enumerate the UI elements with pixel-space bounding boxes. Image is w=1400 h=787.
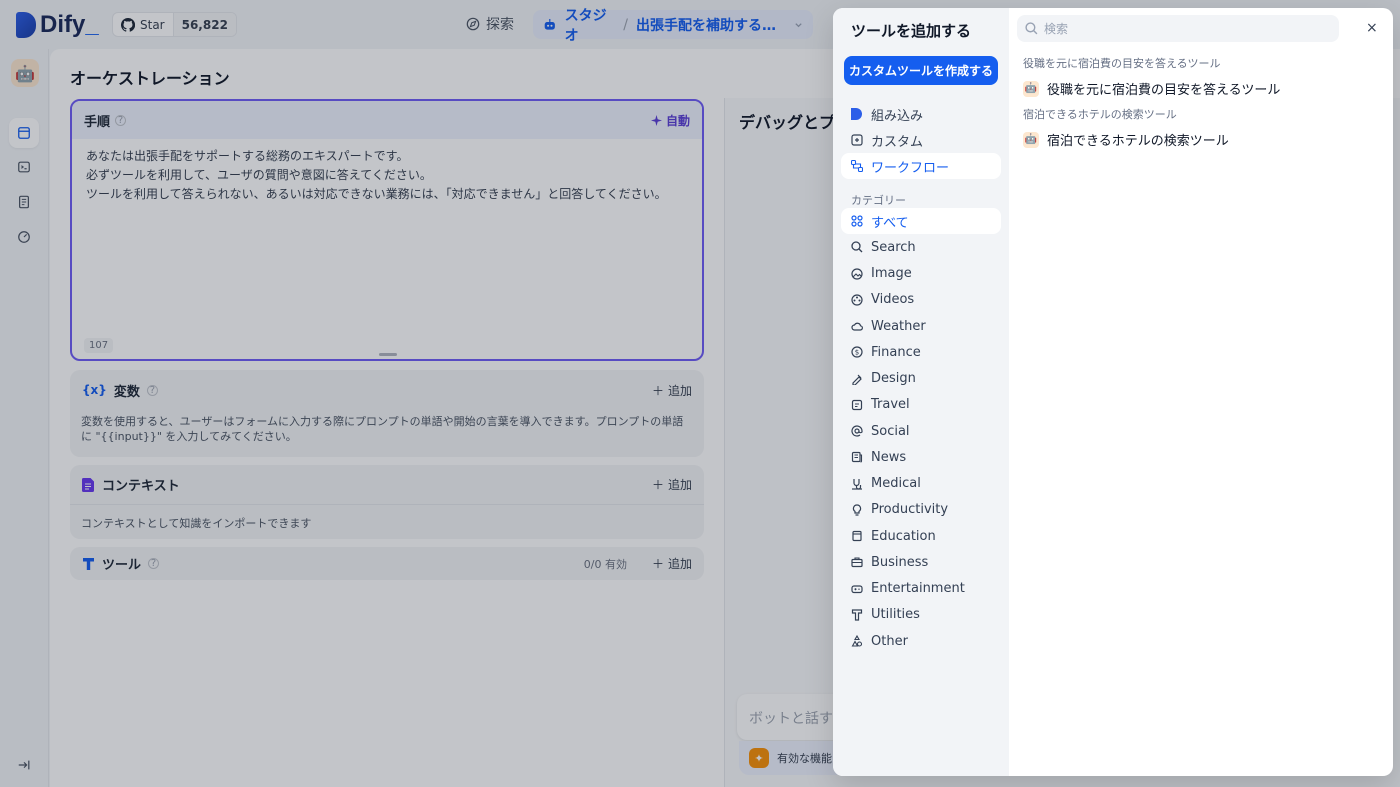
category-label-text: Travel: [871, 397, 910, 413]
tool-group-title: 役職を元に宿泊費の目安を答えるツール: [1023, 57, 1221, 70]
modal-content: 検索 × 役職を元に宿泊費の目安を答えるツール 🤖 役職を元に宿泊費の目安を答え…: [1009, 8, 1393, 776]
category-image[interactable]: Image: [841, 261, 1001, 287]
category-social[interactable]: Social: [841, 418, 1001, 444]
workflow-icon: [851, 160, 863, 172]
category-finance[interactable]: $ Finance: [841, 339, 1001, 365]
category-list: すべて Search Image Videos Weather $ Financ…: [841, 208, 1001, 654]
category-label-text: Design: [871, 371, 916, 386]
category-label-text: Medical: [871, 476, 921, 491]
other-icon: [851, 635, 863, 647]
category-business[interactable]: Business: [841, 549, 1001, 575]
category-label-text: Other: [871, 633, 908, 649]
category-label-text: Finance: [871, 344, 921, 360]
tool-item[interactable]: 🤖 宿泊できるホテルの検索ツール: [1023, 130, 1229, 149]
category-news[interactable]: News: [841, 444, 1001, 470]
design-icon: [851, 373, 863, 385]
utilities-icon: [851, 609, 863, 621]
education-icon: [851, 530, 863, 542]
category-label-text: Search: [871, 239, 916, 255]
category-utilities[interactable]: Utilities: [841, 602, 1001, 628]
category-label-text: すべて: [871, 215, 909, 231]
productivity-icon: [851, 504, 863, 516]
nav-item-custom[interactable]: カスタム: [841, 127, 1001, 153]
close-icon[interactable]: ×: [1366, 20, 1378, 36]
builtin-icon: [851, 108, 863, 120]
tool-item[interactable]: 🤖 役職を元に宿泊費の目安を答えるツール: [1023, 79, 1280, 98]
tool-item-label: 宿泊できるホテルの検索ツール: [1047, 134, 1229, 149]
robot-avatar-icon: 🤖: [1023, 80, 1039, 97]
category-label-text: Utilities: [871, 607, 920, 623]
image-icon: [851, 267, 863, 280]
add-tool-modal: ツールを追加する カスタムツールを作成する 組み込み カスタム ワークフロー カ…: [833, 8, 1393, 776]
medical-icon: [851, 478, 863, 490]
category-label-text: Entertainment: [871, 581, 965, 596]
category-label-text: Image: [871, 266, 912, 281]
business-icon: [851, 556, 863, 568]
weather-icon: [851, 320, 863, 332]
modal-sidebar: ツールを追加する カスタムツールを作成する 組み込み カスタム ワークフロー カ…: [833, 8, 1009, 776]
grid-icon: [851, 215, 863, 227]
news-icon: [851, 451, 863, 463]
search-placeholder: 検索: [1044, 22, 1069, 36]
category-weather[interactable]: Weather: [841, 313, 1001, 339]
search-icon: [851, 241, 863, 253]
category-label-text: Business: [871, 554, 929, 570]
category-label-text: Productivity: [871, 502, 949, 518]
category-entertainment[interactable]: Entertainment: [841, 576, 1001, 602]
robot-avatar-icon: 🤖: [1023, 131, 1039, 148]
category-other[interactable]: Other: [841, 628, 1001, 654]
category-all[interactable]: すべて: [841, 208, 1001, 234]
category-productivity[interactable]: Productivity: [841, 497, 1001, 523]
nav-label: ワークフロー: [871, 160, 950, 176]
category-label-text: Education: [871, 528, 936, 544]
category-label: カテゴリー: [851, 194, 906, 207]
tool-group-title: 宿泊できるホテルの検索ツール: [1023, 108, 1177, 121]
category-search[interactable]: Search: [841, 234, 1001, 260]
social-icon: [851, 425, 863, 437]
search-icon: [1025, 22, 1038, 35]
category-travel[interactable]: Travel: [841, 392, 1001, 418]
category-videos[interactable]: Videos: [841, 287, 1001, 313]
tool-search-input[interactable]: 検索: [1017, 15, 1339, 42]
nav-item-workflow[interactable]: ワークフロー: [841, 153, 1001, 179]
tool-item-label: 役職を元に宿泊費の目安を答えるツール: [1047, 83, 1281, 98]
svg-text:$: $: [855, 349, 859, 357]
category-education[interactable]: Education: [841, 523, 1001, 549]
tool-group: 宿泊できるホテルの検索ツール 🤖 宿泊できるホテルの検索ツール: [1023, 106, 1229, 149]
videos-icon: [851, 294, 863, 306]
tool-group: 役職を元に宿泊費の目安を答えるツール 🤖 役職を元に宿泊費の目安を答えるツール: [1023, 55, 1280, 98]
custom-icon: [851, 134, 863, 146]
entertainment-icon: [851, 583, 863, 595]
category-label-text: Social: [871, 423, 910, 439]
category-label-text: News: [871, 449, 907, 465]
category-label-text: Videos: [871, 292, 915, 308]
modal-title: ツールを追加する: [851, 22, 972, 40]
nav-label: 組み込み: [871, 108, 924, 124]
category-medical[interactable]: Medical: [841, 471, 1001, 497]
travel-icon: [851, 399, 863, 411]
create-custom-tool-button[interactable]: カスタムツールを作成する: [844, 56, 998, 85]
tool-type-nav: 組み込み カスタム ワークフロー: [841, 101, 1001, 179]
nav-label: カスタム: [871, 134, 924, 150]
category-label-text: Weather: [871, 318, 926, 334]
nav-item-builtin[interactable]: 組み込み: [841, 101, 1001, 127]
finance-icon: $: [851, 346, 863, 358]
category-design[interactable]: Design: [841, 366, 1001, 392]
